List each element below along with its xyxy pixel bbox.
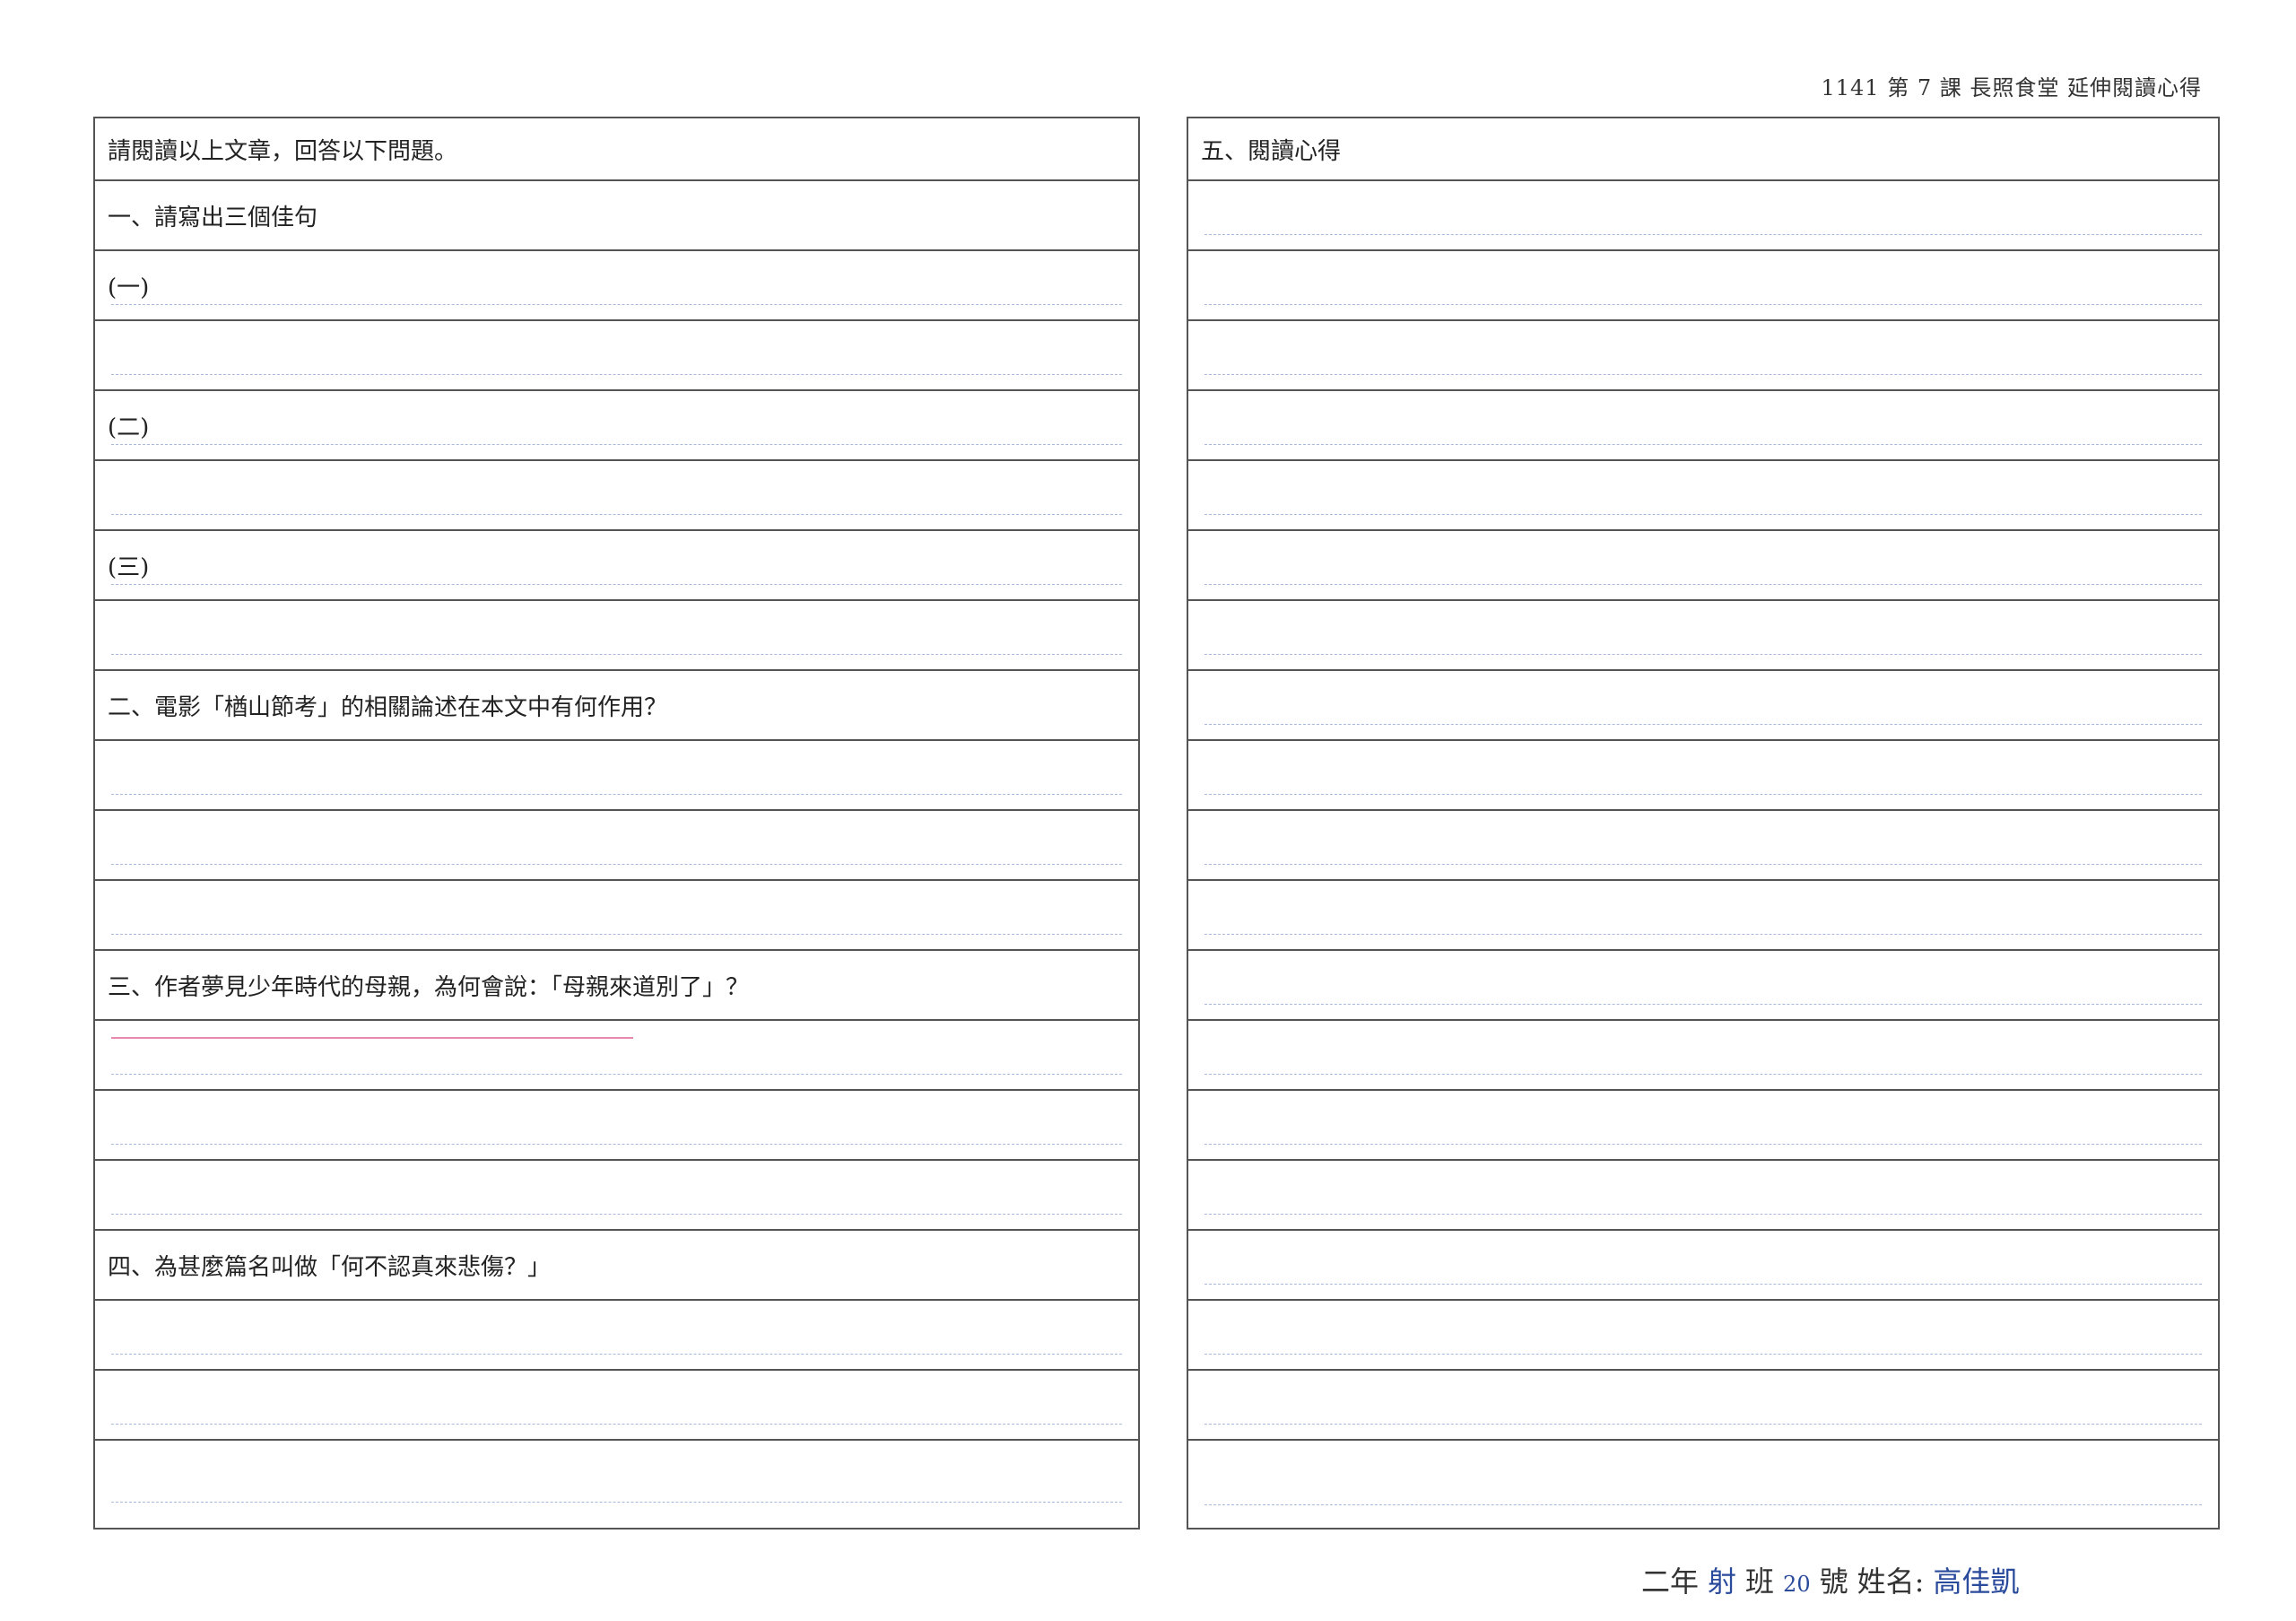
blank-answer-line bbox=[1205, 654, 2202, 655]
class-name: 射 bbox=[1708, 1564, 1737, 1599]
blank-answer-line bbox=[111, 514, 1122, 515]
blank-answer-line bbox=[111, 1214, 1122, 1215]
blank-answer-line bbox=[111, 1354, 1122, 1355]
reflection-line-4 bbox=[1188, 391, 2218, 461]
blank-answer-line bbox=[1205, 864, 2202, 865]
blank-answer-line bbox=[1205, 304, 2202, 305]
reflection-line-3 bbox=[1188, 321, 2218, 391]
blank-answer-line bbox=[111, 654, 1122, 655]
q1-sentence-1-line-2 bbox=[95, 321, 1138, 391]
reflection-line-13 bbox=[1188, 1021, 2218, 1091]
question-4-text: 四、為甚麼篇名叫做「何不認真來悲傷？」 bbox=[108, 1253, 552, 1281]
q1-item-1-marker: (一) bbox=[108, 274, 150, 301]
blank-answer-line bbox=[1205, 514, 2202, 515]
q1-sentence-2-line-2 bbox=[95, 461, 1138, 531]
reflection-line-12 bbox=[1188, 951, 2218, 1021]
q2-answer-line-1 bbox=[95, 741, 1138, 811]
blank-answer-line bbox=[1205, 1424, 2202, 1425]
q2-answer-line-2 bbox=[95, 811, 1138, 881]
seat-label: 號 bbox=[1819, 1564, 1848, 1599]
blank-answer-line bbox=[1205, 1004, 2202, 1005]
question-2-row: 二、電影「楢山節考」的相關論述在本文中有何作用？ bbox=[95, 671, 1138, 741]
q1-sentence-3-line-1: (三) bbox=[95, 531, 1138, 601]
blank-answer-line bbox=[111, 1502, 1122, 1503]
blank-answer-line bbox=[1205, 374, 2202, 375]
q1-item-3-marker: (三) bbox=[108, 553, 150, 581]
blank-answer-line bbox=[111, 1074, 1122, 1075]
q1-sentence-2-line-1: (二) bbox=[95, 391, 1138, 461]
question-1-text: 一、請寫出三個佳句 bbox=[108, 204, 318, 231]
reflection-line-19 bbox=[1188, 1441, 2218, 1520]
student-info-line: 二年 射 班 20 號 姓名: 高佳凱 bbox=[1641, 1559, 2019, 1600]
reflection-line-8 bbox=[1188, 671, 2218, 741]
reflection-line-16 bbox=[1188, 1231, 2218, 1301]
reflection-line-9 bbox=[1188, 741, 2218, 811]
student-name: 高佳凱 bbox=[1933, 1564, 2020, 1599]
q4-answer-line-1 bbox=[95, 1301, 1138, 1371]
question-5-text: 五、閱讀心得 bbox=[1201, 137, 1342, 165]
question-5-row: 五、閱讀心得 bbox=[1188, 118, 2218, 181]
blank-answer-line bbox=[1205, 1354, 2202, 1355]
reflection-line-6 bbox=[1188, 531, 2218, 601]
blank-answer-line bbox=[1205, 444, 2202, 445]
reflection-line-1 bbox=[1188, 181, 2218, 251]
blank-answer-line bbox=[111, 584, 1122, 585]
reflection-line-7 bbox=[1188, 601, 2218, 671]
q2-answer-line-3 bbox=[95, 881, 1138, 951]
question-1-row: 一、請寫出三個佳句 bbox=[95, 181, 1138, 251]
reflection-line-15 bbox=[1188, 1161, 2218, 1231]
blank-answer-line bbox=[1205, 584, 2202, 585]
reflection-line-18 bbox=[1188, 1371, 2218, 1441]
reflection-line-14 bbox=[1188, 1091, 2218, 1161]
grade-text: 二年 bbox=[1641, 1564, 1700, 1599]
blank-answer-line bbox=[1205, 1144, 2202, 1145]
blank-answer-line bbox=[1205, 1214, 2202, 1215]
q1-item-2-marker: (二) bbox=[108, 414, 150, 441]
blank-answer-line bbox=[111, 444, 1122, 445]
reflection-line-2 bbox=[1188, 251, 2218, 321]
blank-answer-line bbox=[1205, 1504, 2202, 1505]
reflection-line-5 bbox=[1188, 461, 2218, 531]
blank-answer-line bbox=[111, 934, 1122, 935]
highlight-underline bbox=[111, 1037, 633, 1039]
seat-number: 20 bbox=[1783, 1572, 1811, 1597]
question-2-text: 二、電影「楢山節考」的相關論述在本文中有何作用？ bbox=[108, 693, 668, 721]
q1-sentence-3-line-2 bbox=[95, 601, 1138, 671]
blank-answer-line bbox=[111, 794, 1122, 795]
q3-answer-line-3 bbox=[95, 1161, 1138, 1231]
blank-answer-line bbox=[1205, 234, 2202, 235]
instruction-row: 請閱讀以上文章，回答以下問題。 bbox=[95, 118, 1138, 181]
instruction-text: 請閱讀以上文章，回答以下問題。 bbox=[108, 137, 458, 165]
question-3-text: 三、作者夢見少年時代的母親，為何會說：「母親來道別了」？ bbox=[108, 973, 750, 1001]
q1-sentence-1-line-1: (一) bbox=[95, 251, 1138, 321]
q3-answer-line-1 bbox=[95, 1021, 1138, 1091]
name-label: 姓名: bbox=[1857, 1564, 1925, 1599]
q4-answer-line-2 bbox=[95, 1371, 1138, 1441]
blank-answer-line bbox=[1205, 724, 2202, 725]
blank-answer-line bbox=[1205, 934, 2202, 935]
q4-answer-line-3 bbox=[95, 1441, 1138, 1517]
blank-answer-line bbox=[111, 304, 1122, 305]
question-4-row: 四、為甚麼篇名叫做「何不認真來悲傷？」 bbox=[95, 1231, 1138, 1301]
question-3-row: 三、作者夢見少年時代的母親，為何會說：「母親來道別了」？ bbox=[95, 951, 1138, 1021]
right-answer-column: 五、閱讀心得 bbox=[1187, 117, 2220, 1529]
q3-answer-line-2 bbox=[95, 1091, 1138, 1161]
blank-answer-line bbox=[111, 864, 1122, 865]
blank-answer-line bbox=[111, 1144, 1122, 1145]
reflection-line-10 bbox=[1188, 811, 2218, 881]
reflection-line-11 bbox=[1188, 881, 2218, 951]
reflection-line-17 bbox=[1188, 1301, 2218, 1371]
blank-answer-line bbox=[1205, 794, 2202, 795]
worksheet-title: 1141 第 7 課 長照食堂 延伸閱讀心得 bbox=[1821, 75, 2202, 100]
class-label: 班 bbox=[1745, 1564, 1775, 1599]
blank-answer-line bbox=[1205, 1074, 2202, 1075]
left-answer-column: 請閱讀以上文章，回答以下問題。 一、請寫出三個佳句 (一) (二) (三) 二、… bbox=[93, 117, 1140, 1529]
blank-answer-line bbox=[1205, 1284, 2202, 1285]
blank-answer-line bbox=[111, 374, 1122, 375]
blank-answer-line bbox=[111, 1424, 1122, 1425]
